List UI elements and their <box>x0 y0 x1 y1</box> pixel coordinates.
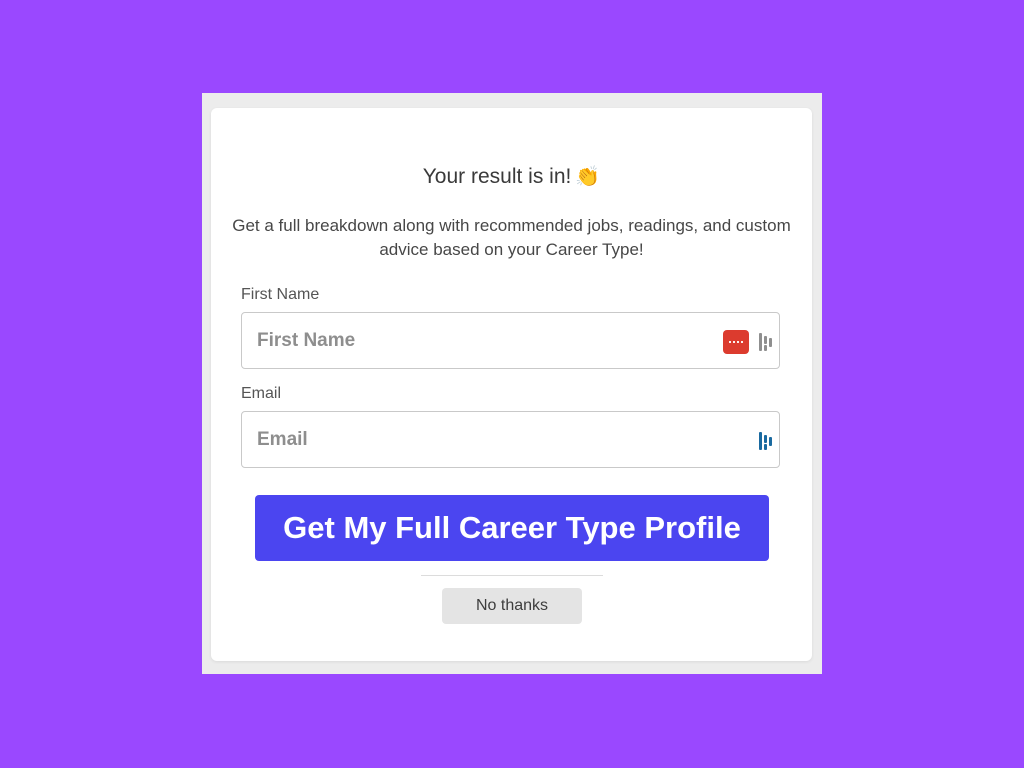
first-name-label: First Name <box>241 286 320 303</box>
modal-backdrop-frame: Your result is in! 👏 Get a full breakdown… <box>202 93 822 674</box>
email-field[interactable] <box>241 411 780 468</box>
clapping-hands-icon: 👏 <box>575 166 601 188</box>
first-name-input[interactable] <box>242 313 779 368</box>
career-result-modal: Your result is in! 👏 Get a full breakdown… <box>211 108 812 661</box>
no-thanks-button[interactable]: No thanks <box>442 588 582 624</box>
modal-title: Your result is in! 👏 <box>211 164 812 190</box>
autofill-extension-icon[interactable] <box>759 333 773 351</box>
modal-title-text: Your result is in! <box>422 165 572 188</box>
divider <box>421 575 603 576</box>
password-manager-icon[interactable] <box>723 330 749 354</box>
autofill-extension-icon[interactable] <box>759 432 773 450</box>
modal-subtitle: Get a full breakdown along with recommen… <box>232 216 791 259</box>
first-name-field[interactable] <box>241 312 780 369</box>
email-input[interactable] <box>242 412 779 467</box>
get-full-profile-button[interactable]: Get My Full Career Type Profile <box>255 495 769 561</box>
email-label: Email <box>241 385 282 402</box>
